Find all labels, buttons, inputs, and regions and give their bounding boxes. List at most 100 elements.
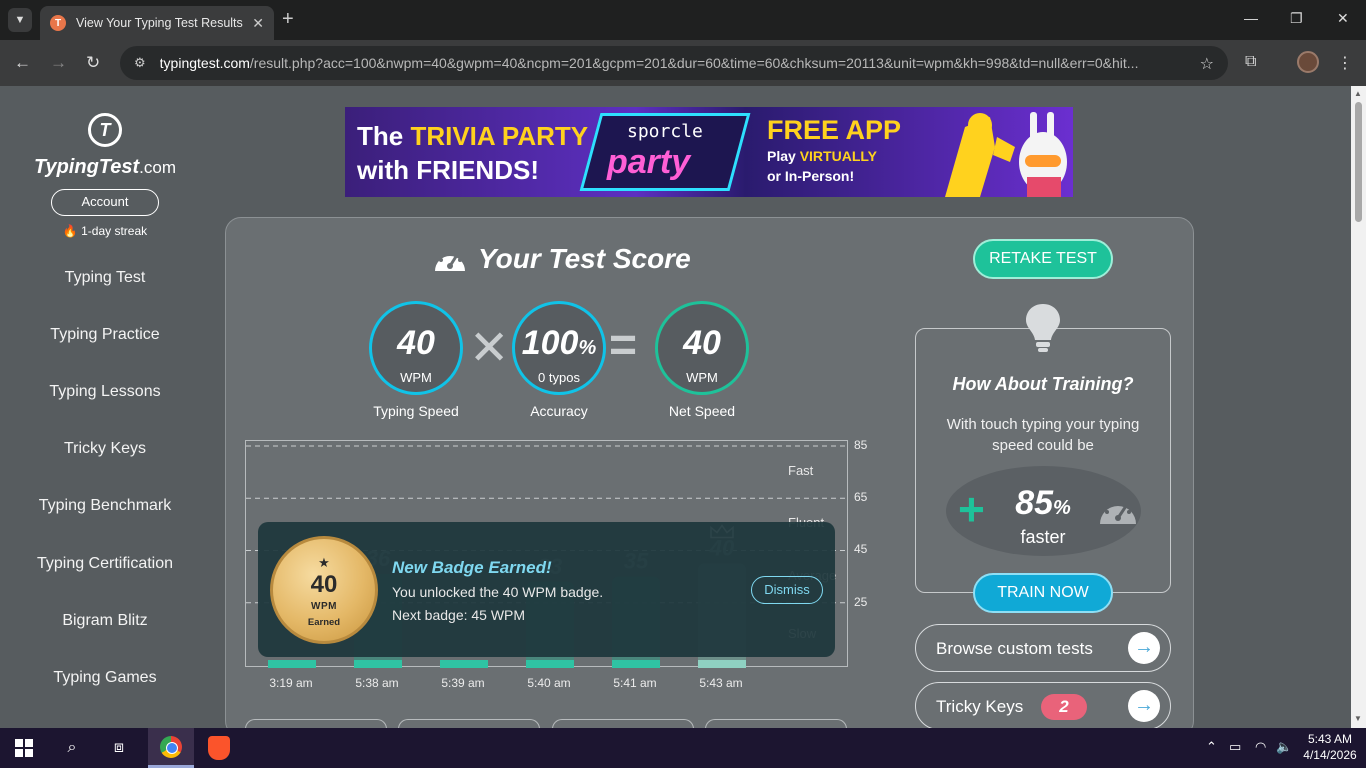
arrow-right-icon: → <box>1128 690 1160 722</box>
chart-y-tick: 65 <box>854 490 868 505</box>
tab-close-icon[interactable]: ✕ <box>252 15 264 32</box>
badge-next-text: Next badge: 45 WPM <box>392 607 526 623</box>
ad-brand-top: sporcle <box>627 121 703 142</box>
chart-x-tick: 5:43 am <box>699 676 743 690</box>
typing-speed-caption: Typing Speed <box>373 403 459 419</box>
tray-overflow-icon[interactable]: ⌃ <box>1206 739 1217 755</box>
brave-icon[interactable] <box>208 736 230 760</box>
tab-list-button[interactable]: ▼ <box>8 8 32 32</box>
badge-unlocked-text: You unlocked the 40 WPM badge. <box>392 584 604 600</box>
site-settings-icon[interactable]: ⚙ <box>134 55 146 71</box>
sidebar-item-typing-certification[interactable]: Typing Certification <box>0 555 210 573</box>
taskbar-clock[interactable]: 5:43 AM 4/14/2026 <box>1298 731 1362 763</box>
browser-tab-active[interactable]: T View Your Typing Test Results ✕ <box>40 6 274 40</box>
badge-title: New Badge Earned! <box>392 558 552 577</box>
browse-custom-tests-link[interactable]: Browse custom tests → <box>915 624 1171 672</box>
ad-brand-bottom: party <box>607 143 691 181</box>
accuracy-typos: 0 typos <box>538 370 580 385</box>
lightbulb-icon <box>1026 304 1060 352</box>
volume-icon[interactable]: 🔈 <box>1276 739 1292 755</box>
net-speed-ring: 40 WPM <box>655 301 749 395</box>
browser-menu-icon[interactable]: ⋮ <box>1337 53 1353 73</box>
bookmark-star-icon[interactable]: ☆ <box>1200 54 1214 74</box>
ad-banner[interactable]: The TRIVIA PARTY with FRIENDS! sporcle p… <box>345 107 1073 197</box>
search-icon[interactable]: ⌕ <box>62 738 82 758</box>
new-tab-icon[interactable]: + <box>282 8 294 31</box>
scroll-down-arrow-icon[interactable]: ▼ <box>1354 714 1362 723</box>
typingtest-logo-icon[interactable]: T <box>88 113 122 147</box>
tricky-keys-link[interactable]: Tricky Keys 2 → <box>915 682 1171 730</box>
sidebar-item-typing-lessons[interactable]: Typing Lessons <box>0 383 210 401</box>
chart-x-tick: 5:41 am <box>613 676 657 690</box>
forward-icon[interactable]: → <box>50 53 67 73</box>
chart-x-tick: 5:39 am <box>441 676 485 690</box>
clock-time: 5:43 AM <box>1307 732 1353 746</box>
ad-play-line: Play VIRTUALLY or In-Person! <box>767 148 877 184</box>
sidebar-item-bigram-blitz[interactable]: Bigram Blitz <box>0 612 210 630</box>
net-speed-value: 40 <box>683 324 721 362</box>
ad-offer: FREE APP Play VIRTUALLY or In-Person! <box>767 115 901 186</box>
net-speed-caption: Net Speed <box>668 403 736 419</box>
star-icon: ★ <box>318 555 330 570</box>
browse-custom-tests-label: Browse custom tests <box>936 639 1093 658</box>
account-button[interactable]: Account <box>51 189 159 216</box>
reload-icon[interactable]: ↻ <box>86 53 100 73</box>
sidebar-item-typing-games[interactable]: Typing Games <box>0 669 210 687</box>
address-bar[interactable]: ⚙ typingtest.com/result.php?acc=100&nwpm… <box>120 46 1228 80</box>
plus-icon: + <box>958 483 985 535</box>
browser-tabbar: ▼ T View Your Typing Test Results ✕ + — … <box>0 0 1366 40</box>
faster-label: faster <box>1020 527 1066 547</box>
training-title: How About Training? <box>952 374 1134 394</box>
sidebar-item-typing-practice[interactable]: Typing Practice <box>0 326 210 344</box>
wpm-badge-medal: ★ 40 WPM Earned <box>270 536 378 644</box>
scrollbar-thumb[interactable] <box>1355 102 1362 222</box>
site-logo[interactable]: TypingTest.com <box>0 156 210 179</box>
sidebar-item-typing-test[interactable]: Typing Test <box>0 269 210 287</box>
faster-value: 85% <box>1015 484 1071 522</box>
chrome-icon[interactable] <box>160 736 182 758</box>
equals-icon: = <box>609 319 638 372</box>
typing-speed-unit: WPM <box>400 370 432 385</box>
clock-date: 4/14/2026 <box>1303 748 1357 762</box>
score-title: Your Test Score <box>432 243 691 275</box>
restore-icon[interactable]: ❐ <box>1290 10 1303 27</box>
chart-bar-base <box>268 660 316 668</box>
multiply-icon: ✕ <box>469 322 510 375</box>
accuracy-value: 100% <box>521 324 597 362</box>
back-icon[interactable]: ← <box>14 53 31 73</box>
chart-x-tick: 3:19 am <box>269 676 313 690</box>
training-description: With touch typing your typing speed coul… <box>946 416 1140 454</box>
minimize-icon[interactable]: — <box>1244 10 1258 26</box>
speedometer-small-icon <box>1100 500 1136 524</box>
url-text: typingtest.com/result.php?acc=100&nwpm=4… <box>159 55 1139 71</box>
tricky-keys-count: 2 <box>1041 694 1087 720</box>
typing-speed-ring: 40 WPM <box>369 301 463 395</box>
chart-bar-base <box>440 660 488 668</box>
browser-toolbar: ← → ↻ ⚙ typingtest.com/result.php?acc=10… <box>0 40 1366 86</box>
sidebar-item-typing-benchmark[interactable]: Typing Benchmark <box>0 497 210 515</box>
sidebar-item-tricky-keys[interactable]: Tricky Keys <box>0 440 210 458</box>
ad-character-illustration-icon <box>945 112 1067 197</box>
typingtest-favicon-icon: T <box>50 15 66 31</box>
wifi-icon[interactable]: ◠ <box>1255 739 1266 755</box>
ad-headline: The TRIVIA PARTY with FRIENDS! <box>357 121 589 185</box>
tricky-keys-label: Tricky Keys <box>936 697 1024 716</box>
page-scrollbar[interactable]: ▲ ▼ <box>1351 86 1366 728</box>
train-now-button[interactable]: TRAIN NOW <box>973 573 1113 613</box>
retake-test-button[interactable]: RETAKE TEST <box>973 239 1113 279</box>
medal-value: 40 <box>310 571 338 598</box>
accuracy-ring: 100% 0 typos <box>512 301 606 395</box>
dismiss-button[interactable]: Dismiss <box>751 576 823 604</box>
windows-start-icon[interactable] <box>14 738 34 758</box>
window-close-icon[interactable]: ✕ <box>1337 10 1349 27</box>
chart-y-tick: 85 <box>854 438 868 452</box>
speedometer-icon <box>435 249 465 271</box>
chart-bar-base <box>698 660 746 668</box>
scroll-up-arrow-icon[interactable]: ▲ <box>1354 89 1362 98</box>
battery-icon[interactable]: ▭ <box>1229 739 1241 755</box>
extensions-icon[interactable]: ⧉ <box>1245 53 1256 71</box>
chart-bar-base <box>354 660 402 668</box>
task-view-icon[interactable]: ⧈ <box>109 738 129 758</box>
profile-avatar[interactable] <box>1297 51 1319 73</box>
arrow-right-icon: → <box>1128 632 1160 664</box>
